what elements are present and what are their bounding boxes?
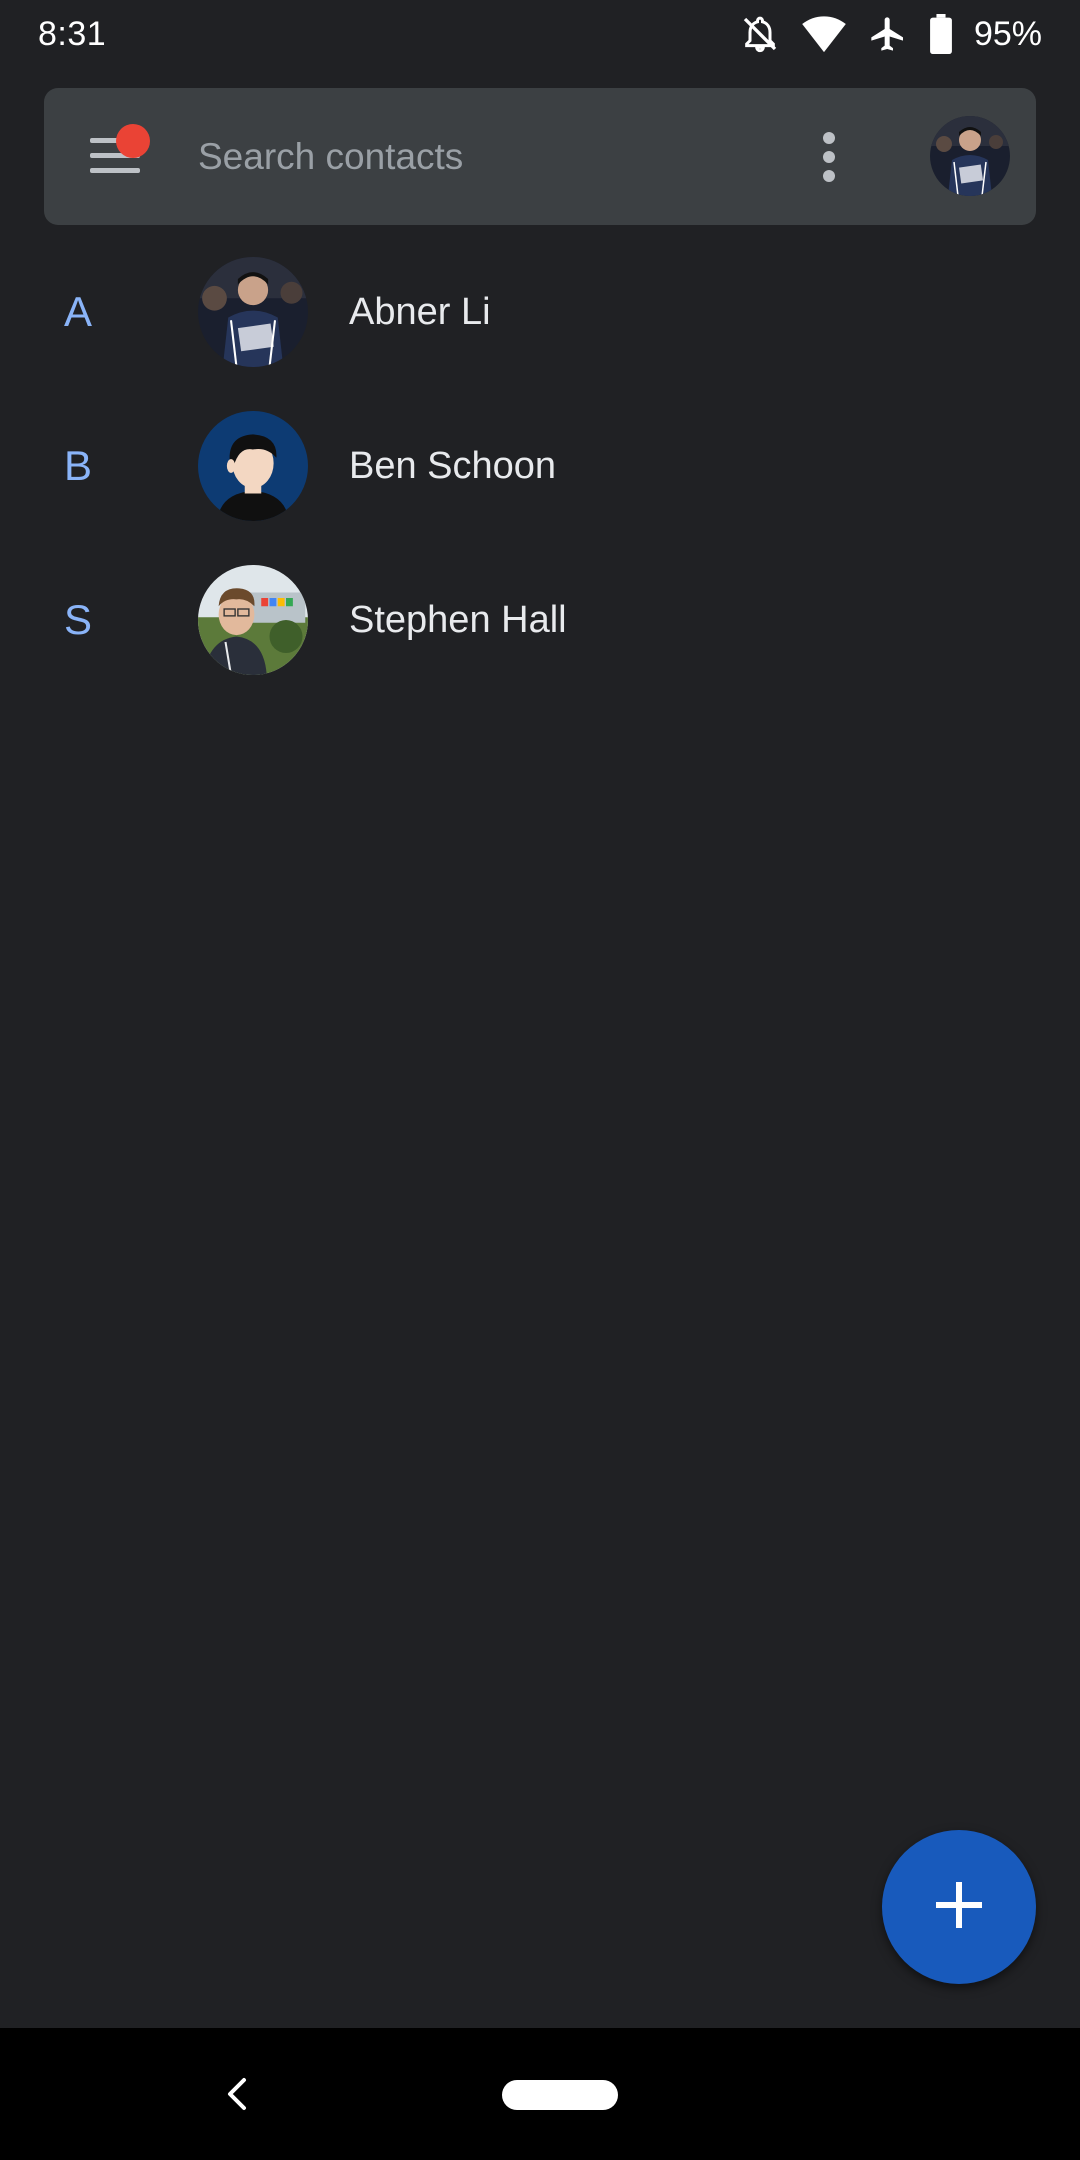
notifications-off-icon	[740, 14, 780, 54]
section-letter: S	[63, 596, 92, 643]
battery-percent: 95%	[973, 14, 1042, 53]
search-bar[interactable]: Search contacts	[44, 88, 1036, 225]
contact-name: Ben Schoon	[349, 445, 557, 487]
contact-list: A Abner Li B Ben Schoon S Stephen Hall	[0, 235, 1080, 697]
status-bar: 8:31 95%	[0, 0, 1080, 68]
contact-row-ben-schoon[interactable]: B Ben Schoon	[0, 389, 1080, 543]
more-options-button[interactable]	[814, 132, 844, 182]
contact-avatar	[198, 565, 308, 675]
contact-row-stephen-hall[interactable]: S Stephen Hall	[0, 543, 1080, 697]
add-contact-button[interactable]	[882, 1830, 1036, 1984]
section-letter: A	[63, 288, 92, 335]
contact-avatar	[198, 257, 308, 367]
contact-row-abner-li[interactable]: A Abner Li	[0, 235, 1080, 389]
back-icon[interactable]	[218, 2072, 254, 2116]
contact-name: Abner Li	[349, 291, 491, 333]
add-icon	[933, 1879, 985, 1936]
home-pill[interactable]	[502, 2080, 618, 2110]
account-avatar[interactable]	[930, 116, 1010, 196]
navigation-bar	[0, 2028, 1080, 2160]
battery-icon	[930, 14, 952, 54]
contact-name: Stephen Hall	[349, 599, 567, 641]
notification-badge	[116, 124, 150, 158]
status-time: 8:31	[38, 14, 107, 53]
airplane-mode-icon	[868, 14, 908, 54]
contact-avatar	[198, 411, 308, 521]
status-icons: 95%	[740, 14, 1042, 54]
section-letter: B	[63, 442, 92, 489]
wifi-icon	[802, 14, 846, 54]
contacts-screen: 8:31 95% Search contacts A Abner Li B Be…	[0, 0, 1080, 2160]
search-input[interactable]: Search contacts	[198, 88, 463, 225]
menu-button[interactable]	[90, 124, 150, 178]
